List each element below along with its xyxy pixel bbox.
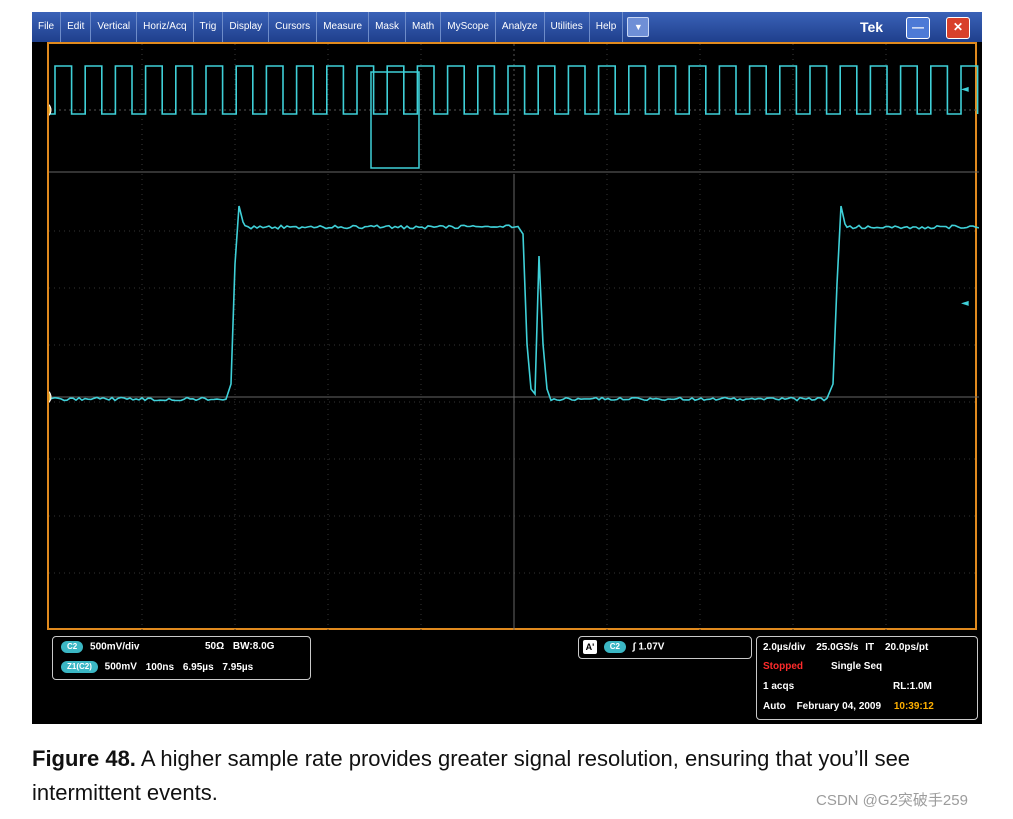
trigger-level-arrow-icon: ◄ — [961, 298, 969, 309]
trigger-a-label: A' — [583, 640, 597, 654]
z1-c2-badge[interactable]: Z1(C2) — [61, 661, 98, 673]
trigger-source-badge: C2 — [604, 641, 626, 653]
minimize-icon[interactable]: — — [906, 17, 930, 39]
bandwidth-label: BW — [233, 641, 249, 652]
zoom-window-box — [371, 72, 419, 168]
menu-item-file[interactable]: File — [32, 12, 61, 42]
menu-item-measure[interactable]: Measure — [317, 12, 369, 42]
c2-scale: 500mV/div — [90, 642, 139, 653]
acq-count: 1 acqs — [763, 681, 794, 692]
clock-time: 10:39:12 — [894, 701, 934, 712]
oscilloscope-window: File Edit Vertical Horiz/Acq Trig Display Curs… — [32, 12, 982, 724]
rising-edge-icon: ∫ — [633, 642, 636, 653]
menu-item-trig[interactable]: Trig — [194, 12, 224, 42]
menu-item-math[interactable]: Math — [406, 12, 441, 42]
acq-status: Stopped — [763, 661, 803, 672]
menu-item-display[interactable]: Display — [223, 12, 269, 42]
c2-badge[interactable]: C2 — [61, 641, 83, 653]
waveform-display[interactable]: 2 2 ◄ ◄ — [47, 42, 977, 630]
ch2-marker-overview: 2 — [49, 102, 51, 118]
menu-item-myscope[interactable]: MyScope — [441, 12, 496, 42]
menu-item-utilities[interactable]: Utilities — [545, 12, 590, 42]
timebase-readout[interactable]: 2.0µs/div 25.0GS/s IT 20.0ps/pt Stopped … — [756, 636, 978, 720]
trigger-level-arrow-icon: ◄ — [961, 84, 969, 95]
overview-trace — [49, 66, 978, 114]
menu-item-vertical[interactable]: Vertical — [91, 12, 137, 42]
channel-readout[interactable]: C2 500mV/div 50Ω BW:8.0G Z1(C2) 500mV 10… — [52, 636, 311, 680]
bandwidth: 8.0G — [253, 641, 275, 652]
close-icon[interactable]: ✕ — [946, 17, 970, 39]
menu-item-help[interactable]: Help — [590, 12, 624, 42]
watermark: CSDN @G2突破手259 — [816, 789, 968, 810]
chevron-down-icon[interactable]: ▼ — [627, 17, 649, 37]
trigger-level: 1.07V — [638, 642, 664, 653]
figure-text: A higher sample rate provides greater si… — [32, 746, 910, 805]
time-per-div: 2.0µs/div — [763, 642, 805, 653]
sample-rate: 25.0GS/s — [816, 642, 858, 653]
trigger-readout[interactable]: A' C2 ∫ 1.07V — [578, 636, 752, 659]
menu-item-mask[interactable]: Mask — [369, 12, 406, 42]
menu-item-horiz-acq[interactable]: Horiz/Acq — [137, 12, 193, 42]
menu-bar: File Edit Vertical Horiz/Acq Trig Display Curs… — [32, 12, 982, 42]
acq-mode: IT — [865, 642, 874, 653]
ch2-marker-zoom: 2 — [49, 389, 51, 405]
menu-item-analyze[interactable]: Analyze — [496, 12, 545, 42]
date: February 04, 2009 — [797, 701, 882, 712]
record-length: RL:1.0M — [893, 681, 932, 692]
impedance: 50Ω — [205, 641, 224, 652]
menu-item-edit[interactable]: Edit — [61, 12, 91, 42]
menu-item-cursors[interactable]: Cursors — [269, 12, 317, 42]
zoom-scale: 500mV — [105, 662, 137, 673]
sequence-mode: Single Seq — [831, 661, 882, 672]
figure-label: Figure 48. — [32, 746, 136, 771]
brand-logo: Tek — [860, 12, 883, 42]
resolution: 20.0ps/pt — [885, 642, 928, 653]
zoom-time: 100ns — [146, 662, 174, 673]
trigger-mode: Auto — [763, 701, 786, 712]
zoom-end: 7.95µs — [222, 662, 253, 673]
graticule-grid — [49, 44, 979, 630]
zoom-start: 6.95µs — [183, 662, 214, 673]
waveform-canvas: 2 2 ◄ ◄ — [49, 44, 979, 632]
